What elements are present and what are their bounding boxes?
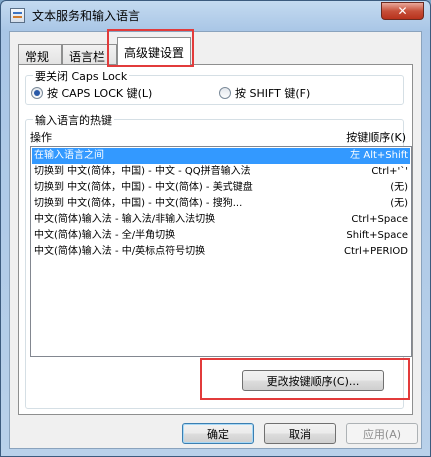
cancel-button[interactable]: 取消 (264, 423, 336, 444)
close-icon: ✕ (397, 4, 408, 18)
change-key-sequence-button[interactable]: 更改按键顺序(C)... (242, 370, 384, 391)
window-title: 文本服务和输入语言 (32, 9, 141, 23)
key-sequence-column-header: 按键顺序(K) (346, 131, 406, 144)
caps-lock-radio[interactable] (31, 87, 43, 99)
dialog-client-area: 常规 语言栏 高级键设置 要关闭 Caps Lock 按 CAPS LOCK 键… (9, 31, 422, 449)
hotkey-action: 切换到 中文(简体，中国) - 中文 - QQ拼音输入法 (34, 166, 251, 177)
hotkey-row[interactable]: 切换到 中文(简体，中国) - 中文(简体) - 搜狗... (无) (32, 196, 410, 212)
caps-lock-key-option[interactable]: 按 CAPS LOCK 键(L) (31, 85, 152, 101)
hotkey-keys: Shift+Space (344, 228, 408, 244)
hotkey-row[interactable]: 中文(简体)输入法 - 全/半角切换 Shift+Space (32, 228, 410, 244)
hotkey-action: 中文(简体)输入法 - 中/英标点符号切换 (34, 246, 206, 257)
title-bar[interactable]: 文本服务和输入语言 ✕ (1, 1, 430, 29)
caps-lock-group: 要关闭 Caps Lock 按 CAPS LOCK 键(L) 按 SHIFT 键… (25, 68, 404, 105)
hotkey-action: 中文(简体)输入法 - 全/半角切换 (34, 230, 176, 241)
hotkey-row[interactable]: 切换到 中文(简体，中国) - 中文(简体) - 美式键盘 (无) (32, 180, 410, 196)
hotkey-keys: Ctrl+'`' (369, 164, 408, 180)
hotkey-row[interactable]: 切换到 中文(简体，中国) - 中文 - QQ拼音输入法 Ctrl+'`' (32, 164, 410, 180)
tab-general[interactable]: 常规 (18, 44, 62, 65)
hotkeys-list-header: 操作 按键顺序(K) (30, 129, 410, 144)
tab-strip: 常规 语言栏 高级键设置 (18, 37, 413, 66)
hotkeys-group-title: 输入语言的热键 (33, 112, 114, 128)
shift-option-label: 按 SHIFT 键(F) (235, 87, 311, 100)
hotkey-row[interactable]: 中文(简体)输入法 - 输入法/非输入法切换 Ctrl+Space (32, 212, 410, 228)
hotkey-keys: (无) (388, 180, 408, 196)
keyboard-language-icon (10, 8, 25, 23)
hotkey-keys: Ctrl+Space (349, 212, 408, 228)
hotkey-action: 中文(简体)输入法 - 输入法/非输入法切换 (34, 214, 216, 225)
hotkey-keys: Ctrl+PERIOD (342, 244, 408, 260)
hotkey-action: 切换到 中文(简体，中国) - 中文(简体) - 搜狗... (34, 198, 243, 209)
caps-lock-option-label: 按 CAPS LOCK 键(L) (47, 87, 153, 100)
hotkeys-group: 输入语言的热键 操作 按键顺序(K) 在输入语言之间 左 Alt+Shift 切… (25, 112, 412, 409)
hotkey-action: 切换到 中文(简体，中国) - 中文(简体) - 美式键盘 (34, 182, 253, 193)
hotkey-keys: 左 Alt+Shift (348, 148, 408, 164)
advanced-key-settings-panel: 要关闭 Caps Lock 按 CAPS LOCK 键(L) 按 SHIFT 键… (18, 64, 413, 415)
hotkey-row[interactable]: 在输入语言之间 左 Alt+Shift (32, 148, 410, 164)
shift-radio[interactable] (219, 87, 231, 99)
hotkey-action: 在输入语言之间 (34, 150, 104, 161)
tab-language-bar[interactable]: 语言栏 (62, 44, 117, 65)
hotkey-keys: (无) (388, 196, 408, 212)
close-button[interactable]: ✕ (381, 2, 424, 20)
apply-button[interactable]: 应用(A) (346, 423, 418, 444)
ok-button[interactable]: 确定 (182, 423, 254, 444)
hotkeys-listbox[interactable]: 在输入语言之间 左 Alt+Shift 切换到 中文(简体，中国) - 中文 -… (30, 146, 412, 357)
hotkey-row[interactable]: 中文(简体)输入法 - 中/英标点符号切换 Ctrl+PERIOD (32, 244, 410, 260)
action-column-header: 操作 (30, 131, 52, 144)
dialog-window: 文本服务和输入语言 ✕ 常规 语言栏 高级键设置 要关闭 Caps Lock 按… (0, 0, 431, 457)
tab-advanced-key-settings[interactable]: 高级键设置 (117, 37, 191, 66)
caps-lock-group-title: 要关闭 Caps Lock (33, 68, 130, 84)
shift-key-option[interactable]: 按 SHIFT 键(F) (219, 85, 310, 101)
